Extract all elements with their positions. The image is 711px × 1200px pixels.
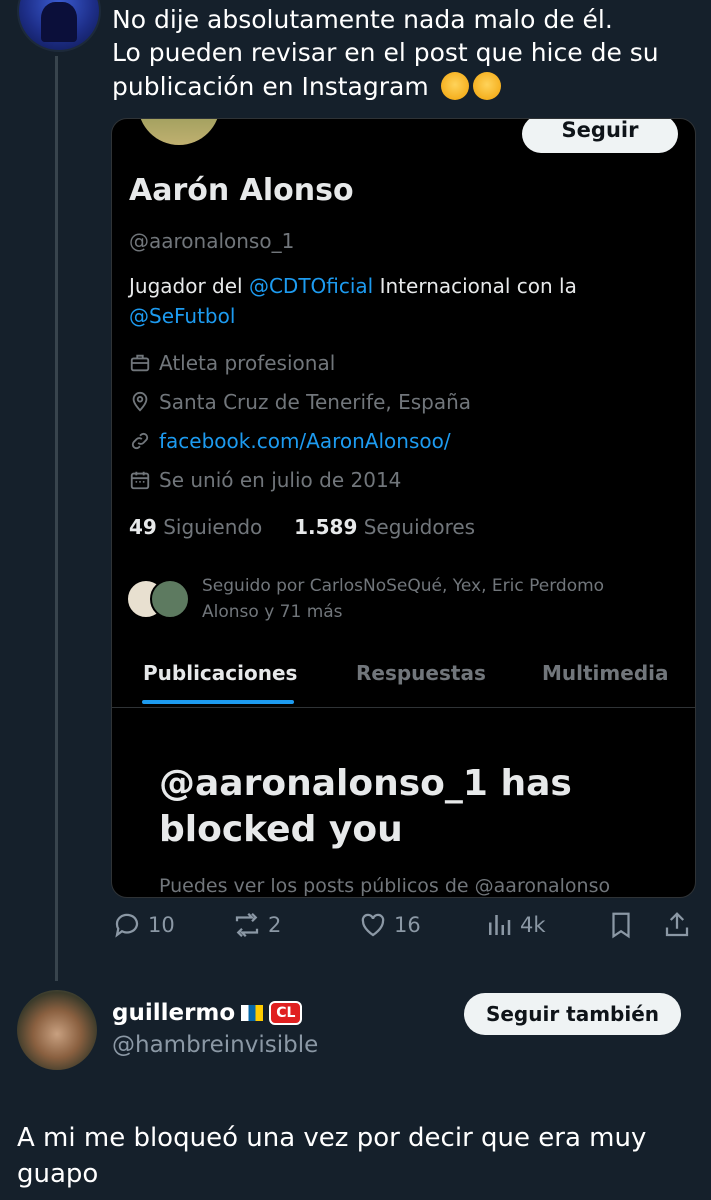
reply-author-avatar[interactable] [17, 990, 97, 1070]
tweet-text-line-3-text: publicación en Instagram [112, 72, 429, 101]
repost-icon [235, 912, 259, 938]
bio-text: Jugador del [129, 274, 249, 298]
bio-link-cdtoficial[interactable]: @CDTOficial [249, 274, 373, 298]
tab-divider [112, 707, 695, 708]
followers-label: Seguidores [363, 515, 476, 539]
bio-text-2: Internacional con la [373, 274, 577, 298]
followers-count: 1.589 [294, 515, 358, 539]
reply-action[interactable]: 10 [112, 910, 175, 940]
cl-badge: CL [269, 1001, 303, 1025]
reply-tweet-text: A mi me bloqueó una vez por decir que er… [17, 1123, 647, 1189]
following-label: Siguiendo [163, 515, 263, 539]
tab-publicaciones[interactable]: Publicaciones [143, 661, 297, 685]
reply-author-name[interactable]: guillermo CL [112, 1000, 303, 1026]
profile-category: Atleta profesional [129, 351, 335, 375]
followed-by-text[interactable]: Seguido por CarlosNoSeQué, Yex, Eric Per… [202, 573, 662, 625]
following-stat[interactable]: 49 Siguiendo [129, 515, 262, 539]
bookmark-icon [612, 912, 630, 939]
profile-joined-text: Se unió en julio de 2014 [159, 468, 402, 492]
profile-bio-line-1: Jugador del @CDTOficial Internacional co… [129, 274, 577, 298]
follow-also-button[interactable]: Seguir también [464, 993, 681, 1035]
location-pin-icon [132, 391, 148, 412]
follower-avatar [150, 579, 190, 619]
views-chart-icon [489, 915, 511, 935]
link-icon [131, 432, 149, 450]
sad-sweat-emoji [472, 72, 501, 100]
heart-icon [361, 913, 385, 937]
canary-flag-icon [241, 1005, 264, 1021]
views-action[interactable]: 4k [484, 910, 546, 940]
tab-respuestas[interactable]: Respuestas [356, 661, 486, 685]
like-action[interactable]: 16 [358, 910, 421, 940]
profile-bio-line-2: @SeFutbol [129, 304, 235, 328]
share-icon [665, 912, 689, 937]
like-count: 16 [394, 913, 421, 937]
author-avatar[interactable] [17, 0, 101, 52]
profile-joined: Se unió en julio de 2014 [129, 468, 401, 492]
following-count: 49 [129, 515, 157, 539]
repost-count: 2 [268, 913, 282, 937]
reply-count: 10 [148, 913, 175, 937]
profile-avatar [138, 119, 220, 145]
profile-location: Santa Cruz de Tenerife, España [129, 390, 471, 414]
reply-author-handle[interactable]: @hambreinvisible [112, 1032, 318, 1058]
tweet-text-line-1: No dije absolutamente nada malo de él. [112, 5, 613, 34]
embedded-profile-image[interactable]: Seguir Aarón Alonso @aaronalonso_1 Jugad… [111, 118, 696, 898]
profile-website[interactable]: facebook.com/AaronAlonsoo/ [129, 429, 451, 453]
calendar-icon [130, 471, 150, 490]
profile-category-text: Atleta profesional [159, 351, 336, 375]
bio-link-sefutbol[interactable]: @SeFutbol [129, 304, 235, 328]
tweet-text-line-2: Lo pueden revisar en el post que hice de… [112, 38, 659, 67]
thread-connector-line [55, 56, 58, 981]
reply-author-name-text: guillermo [112, 1000, 236, 1026]
dizzy-face-emoji [440, 72, 469, 100]
bookmark-action[interactable] [606, 910, 642, 940]
views-count: 4k [520, 913, 546, 937]
follow-button[interactable]: Seguir [522, 119, 678, 153]
blocked-message-subtitle: Puedes ver los posts públicos de @aarona… [159, 875, 611, 897]
profile-location-text: Santa Cruz de Tenerife, España [159, 390, 472, 414]
repost-action[interactable]: 2 [232, 910, 281, 940]
active-tab-indicator [142, 700, 294, 704]
tab-multimedia[interactable]: Multimedia [542, 661, 668, 685]
followers-stat[interactable]: 1.589 Seguidores [294, 515, 475, 539]
blocked-message-title: @aaronalonso_1 has blocked you [159, 763, 572, 850]
profile-handle: @aaronalonso_1 [129, 229, 295, 253]
profile-website-link[interactable]: facebook.com/AaronAlonsoo/ [159, 429, 451, 453]
tweet-text-line-3: publicación en Instagram [112, 71, 501, 102]
profile-name: Aarón Alonso [129, 173, 354, 208]
reply-icon [115, 913, 139, 938]
share-action[interactable] [662, 910, 698, 940]
briefcase-icon [130, 354, 150, 372]
profile-stats: 49 Siguiendo 1.589 Seguidores [129, 515, 475, 539]
